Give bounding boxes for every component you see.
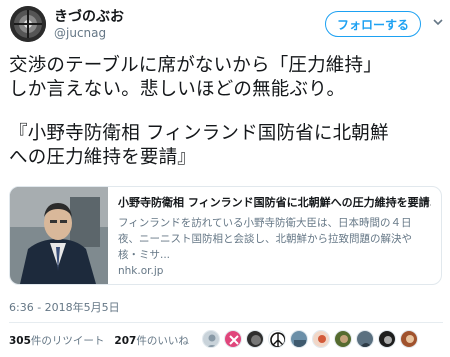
liker-avatar[interactable] xyxy=(290,330,308,348)
link-card[interactable]: 小野寺防衛相 フィンランド国防省に北朝鮮への圧力維持を要請... フィンランドを… xyxy=(9,186,442,285)
tweet-stats: 305件のリツイート 207件のいいね xyxy=(9,333,189,348)
tweet-quote: 『小野寺防衛相 フィンランド国防省に北朝鮮 への圧力維持を要請』 xyxy=(9,123,389,168)
liker-avatar[interactable] xyxy=(378,330,396,348)
liker-avatar[interactable] xyxy=(224,330,242,348)
avatar[interactable] xyxy=(10,6,46,42)
retweets-stat[interactable]: 305件のリツイート xyxy=(9,335,104,347)
liker-avatar[interactable] xyxy=(334,330,352,348)
liker-avatar[interactable] xyxy=(312,330,330,348)
card-domain: nhk.or.jp xyxy=(118,265,164,277)
divider xyxy=(9,322,443,323)
liker-avatar[interactable] xyxy=(356,330,374,348)
user-handle[interactable]: @jucnag xyxy=(54,26,106,40)
liker-avatar[interactable] xyxy=(246,330,264,348)
retweets-count: 305 xyxy=(9,335,31,347)
liker-avatar[interactable] xyxy=(268,330,286,348)
likes-label: 件のいいね xyxy=(136,335,189,347)
likes-stat[interactable]: 207件のいいね xyxy=(114,335,188,347)
card-description: フィンランドを訪れている小野寺防衛大臣は、日本時間の４日夜、ニーニスト国防相と会… xyxy=(118,217,412,261)
likes-count: 207 xyxy=(114,335,137,347)
card-thumbnail xyxy=(10,187,108,284)
card-title: 小野寺防衛相 フィンランド国防省に北朝鮮への圧力維持を要請... xyxy=(118,196,431,209)
user-name[interactable]: きづのぶお xyxy=(54,6,124,26)
liker-avatar[interactable] xyxy=(202,330,220,348)
retweets-label: 件のリツイート xyxy=(30,335,105,347)
tweet-header: きづのぶお @jucnag フォローする xyxy=(0,0,450,50)
tweet-text: 交渉のテーブルに席がないから「圧力維持」 しか言えない。悲しいほどの無能ぶり。 xyxy=(9,55,382,100)
follow-button[interactable]: フォローする xyxy=(325,11,421,37)
likers-list xyxy=(202,330,418,348)
liker-avatar[interactable] xyxy=(400,330,418,348)
tweet-timestamp[interactable]: 6:36 - 2018年5月5日 xyxy=(9,299,120,315)
chevron-down-icon[interactable] xyxy=(432,16,444,28)
card-body: 小野寺防衛相 フィンランド国防省に北朝鮮への圧力維持を要請... フィンランドを… xyxy=(108,187,441,284)
